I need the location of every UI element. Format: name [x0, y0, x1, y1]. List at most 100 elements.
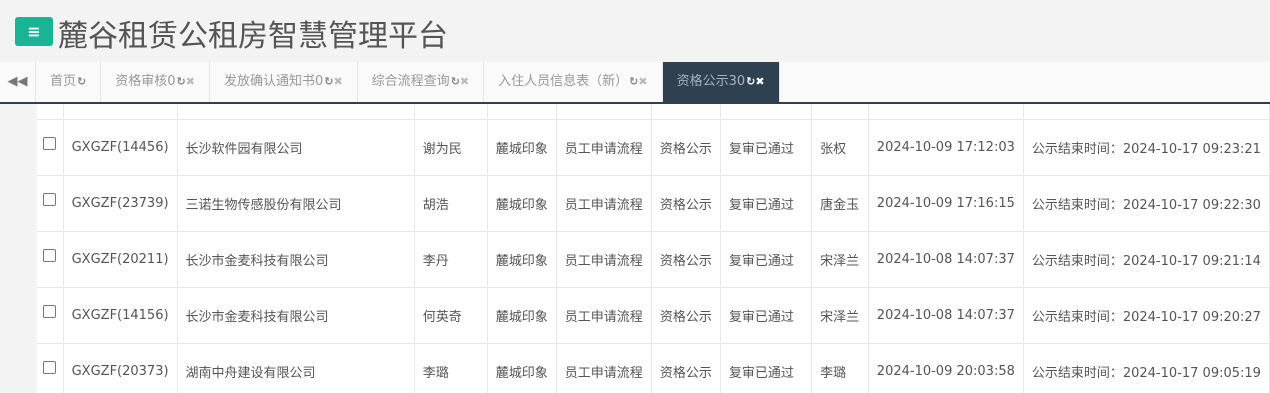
refresh-icon[interactable]: ↻	[451, 75, 460, 88]
table-cell	[811, 104, 869, 120]
row-checkbox[interactable]	[43, 360, 57, 374]
main-content: GXGZF(14456) 长沙软件园有限公司 谢为民 麓城印象 员工申请流程 资格公示 复审…	[0, 104, 1270, 393]
cell-company: 长沙软件园有限公司	[177, 119, 415, 176]
cell-name: 胡浩	[414, 175, 488, 232]
cell-stage: 资格公示	[651, 287, 721, 344]
cell-time: 2024-10-09 17:12:03	[868, 119, 1024, 176]
cell-company: 长沙市金麦科技有限公司	[177, 287, 415, 344]
cell-stage: 资格公示	[651, 343, 721, 393]
table-cell	[37, 104, 64, 120]
table-row[interactable]: GXGZF(20211) 长沙市金麦科技有限公司 李丹 麓城印象 员工申请流程 资格公示复…	[37, 231, 1270, 288]
cell-flow: 员工申请流程	[556, 231, 652, 288]
cell-id: GXGZF(14456)	[63, 119, 178, 176]
cell-name: 何英奇	[414, 287, 488, 344]
cell-notice: 公示结束时间：2024-10-17 09:23:21	[1023, 119, 1270, 176]
cell-id: GXGZF(14156)	[63, 287, 178, 344]
cell-area: 麓城印象	[487, 287, 557, 344]
cell-flow: 员工申请流程	[556, 119, 652, 176]
row-select-cell	[37, 175, 64, 232]
cell-notice: 公示结束时间：2024-10-17 09:21:14	[1023, 231, 1270, 288]
cell-stage: 资格公示	[651, 175, 721, 232]
tab-bar: ◀◀ 首页↻ 资格审核0↻✖ 发放确认通知书0↻✖ 综合流程查询↻✖ 入住人员信息表（新…	[0, 62, 1270, 104]
tab-5[interactable]: 资格公示30↻✖	[662, 62, 780, 102]
cell-area: 麓城印象	[487, 231, 557, 288]
cell-status: 复审已通过	[720, 119, 813, 176]
table-cell	[177, 104, 415, 120]
cell-operator: 张权	[811, 119, 869, 176]
cell-company: 三诺生物传感股份有限公司	[177, 175, 415, 232]
cell-company: 湖南中舟建设有限公司	[177, 343, 415, 393]
table-cell	[414, 104, 488, 120]
tab-label: 综合流程查询	[371, 74, 450, 89]
refresh-icon[interactable]: ↻	[77, 75, 86, 88]
close-icon[interactable]: ✖	[460, 75, 469, 88]
row-checkbox[interactable]	[43, 136, 57, 150]
cell-notice: 公示结束时间：2024-10-17 09:20:27	[1023, 287, 1270, 344]
table-row[interactable]: GXGZF(14456) 长沙软件园有限公司 谢为民 麓城印象 员工申请流程 资格公示 复审…	[37, 119, 1270, 176]
menu-toggle-button[interactable]: ≡	[15, 17, 53, 46]
tab-label: 资格审核0	[115, 74, 176, 89]
cell-time: 2024-10-09 17:16:15	[868, 175, 1024, 232]
left-rail	[14, 104, 38, 393]
table-row[interactable]: GXGZF(23739) 三诺生物传感股份有限公司 胡浩 麓城印象 员工申请流程 资格公示…	[37, 175, 1270, 232]
cell-operator: 宋泽兰	[811, 287, 869, 344]
cell-notice: 公示结束时间：2024-10-17 09:22:30	[1023, 175, 1270, 232]
cell-status: 复审已通过	[720, 343, 813, 393]
table-row[interactable]: GXGZF(14156) 长沙市金麦科技有限公司 何英奇 麓城印象 员工申请流程 资格公示…	[37, 287, 1270, 344]
table-cell	[1023, 104, 1270, 120]
qualification-table: GXGZF(14456) 长沙软件园有限公司 谢为民 麓城印象 员工申请流程 资格公示 复审…	[37, 104, 1270, 393]
row-checkbox[interactable]	[43, 192, 57, 206]
row-select-cell	[37, 287, 64, 344]
refresh-icon[interactable]: ↻	[746, 75, 755, 88]
cell-operator: 宋泽兰	[811, 231, 869, 288]
tab-label: 首页	[50, 74, 77, 89]
app-header: ≡ 麓谷租赁公租房智慧管理平台	[0, 0, 1270, 62]
tab-2[interactable]: 发放确认通知书0↻✖	[210, 62, 358, 102]
cell-notice: 公示结束时间：2024-10-17 09:05:19	[1023, 343, 1270, 393]
cell-name: 李丹	[414, 231, 488, 288]
cell-name: 李璐	[414, 343, 488, 393]
tab-4[interactable]: 入住人员信息表（新）↻✖	[484, 62, 663, 102]
cell-status: 复审已通过	[720, 231, 813, 288]
cell-id: GXGZF(23739)	[63, 175, 178, 232]
cell-flow: 员工申请流程	[556, 287, 652, 344]
table-cell	[487, 104, 557, 120]
tab-label: 发放确认通知书0	[223, 74, 324, 89]
table-cell	[651, 104, 721, 120]
refresh-icon[interactable]: ↻	[629, 75, 638, 88]
close-icon[interactable]: ✖	[755, 75, 764, 88]
cell-company: 长沙市金麦科技有限公司	[177, 231, 415, 288]
row-checkbox[interactable]	[43, 304, 57, 318]
cell-stage: 资格公示	[651, 119, 721, 176]
cell-status: 复审已通过	[720, 287, 813, 344]
tab-label: 资格公示30	[676, 74, 746, 89]
cell-time: 2024-10-08 14:07:37	[868, 287, 1024, 344]
row-select-cell	[37, 119, 64, 176]
tab-1[interactable]: 资格审核0↻✖	[101, 62, 210, 102]
table-cell	[63, 104, 178, 120]
cell-area: 麓城印象	[487, 343, 557, 393]
close-icon[interactable]: ✖	[333, 75, 342, 88]
table-cell	[868, 104, 1024, 120]
refresh-icon[interactable]: ↻	[177, 75, 186, 88]
cell-id: GXGZF(20373)	[63, 343, 178, 393]
tab-list: 首页↻ 资格审核0↻✖ 发放确认通知书0↻✖ 综合流程查询↻✖ 入住人员信息表（新）↻✖…	[36, 62, 780, 102]
table-cell	[720, 104, 813, 120]
cell-operator: 李璐	[811, 343, 869, 393]
cell-stage: 资格公示	[651, 231, 721, 288]
table-row[interactable]: GXGZF(20373) 湖南中舟建设有限公司 李璐 麓城印象 员工申请流程 资格公示 复审…	[37, 343, 1270, 393]
cell-id: GXGZF(20211)	[63, 231, 178, 288]
double-chevron-left-icon: ◀◀	[7, 74, 28, 89]
close-icon[interactable]: ✖	[186, 75, 195, 88]
cell-area: 麓城印象	[487, 175, 557, 232]
table-container[interactable]: GXGZF(14456) 长沙软件园有限公司 谢为民 麓城印象 员工申请流程 资格公示 复审…	[37, 104, 1270, 393]
cell-time: 2024-10-09 20:03:58	[868, 343, 1024, 393]
tab-3[interactable]: 综合流程查询↻✖	[358, 62, 485, 102]
cell-time: 2024-10-08 14:07:37	[868, 231, 1024, 288]
app-title: 麓谷租赁公租房智慧管理平台	[58, 19, 448, 54]
table-row-partial	[37, 104, 1270, 120]
tab-0[interactable]: 首页↻	[36, 62, 102, 102]
row-checkbox[interactable]	[43, 248, 57, 262]
close-icon[interactable]: ✖	[638, 75, 647, 88]
tab-scroll-left-button[interactable]: ◀◀	[0, 62, 36, 102]
